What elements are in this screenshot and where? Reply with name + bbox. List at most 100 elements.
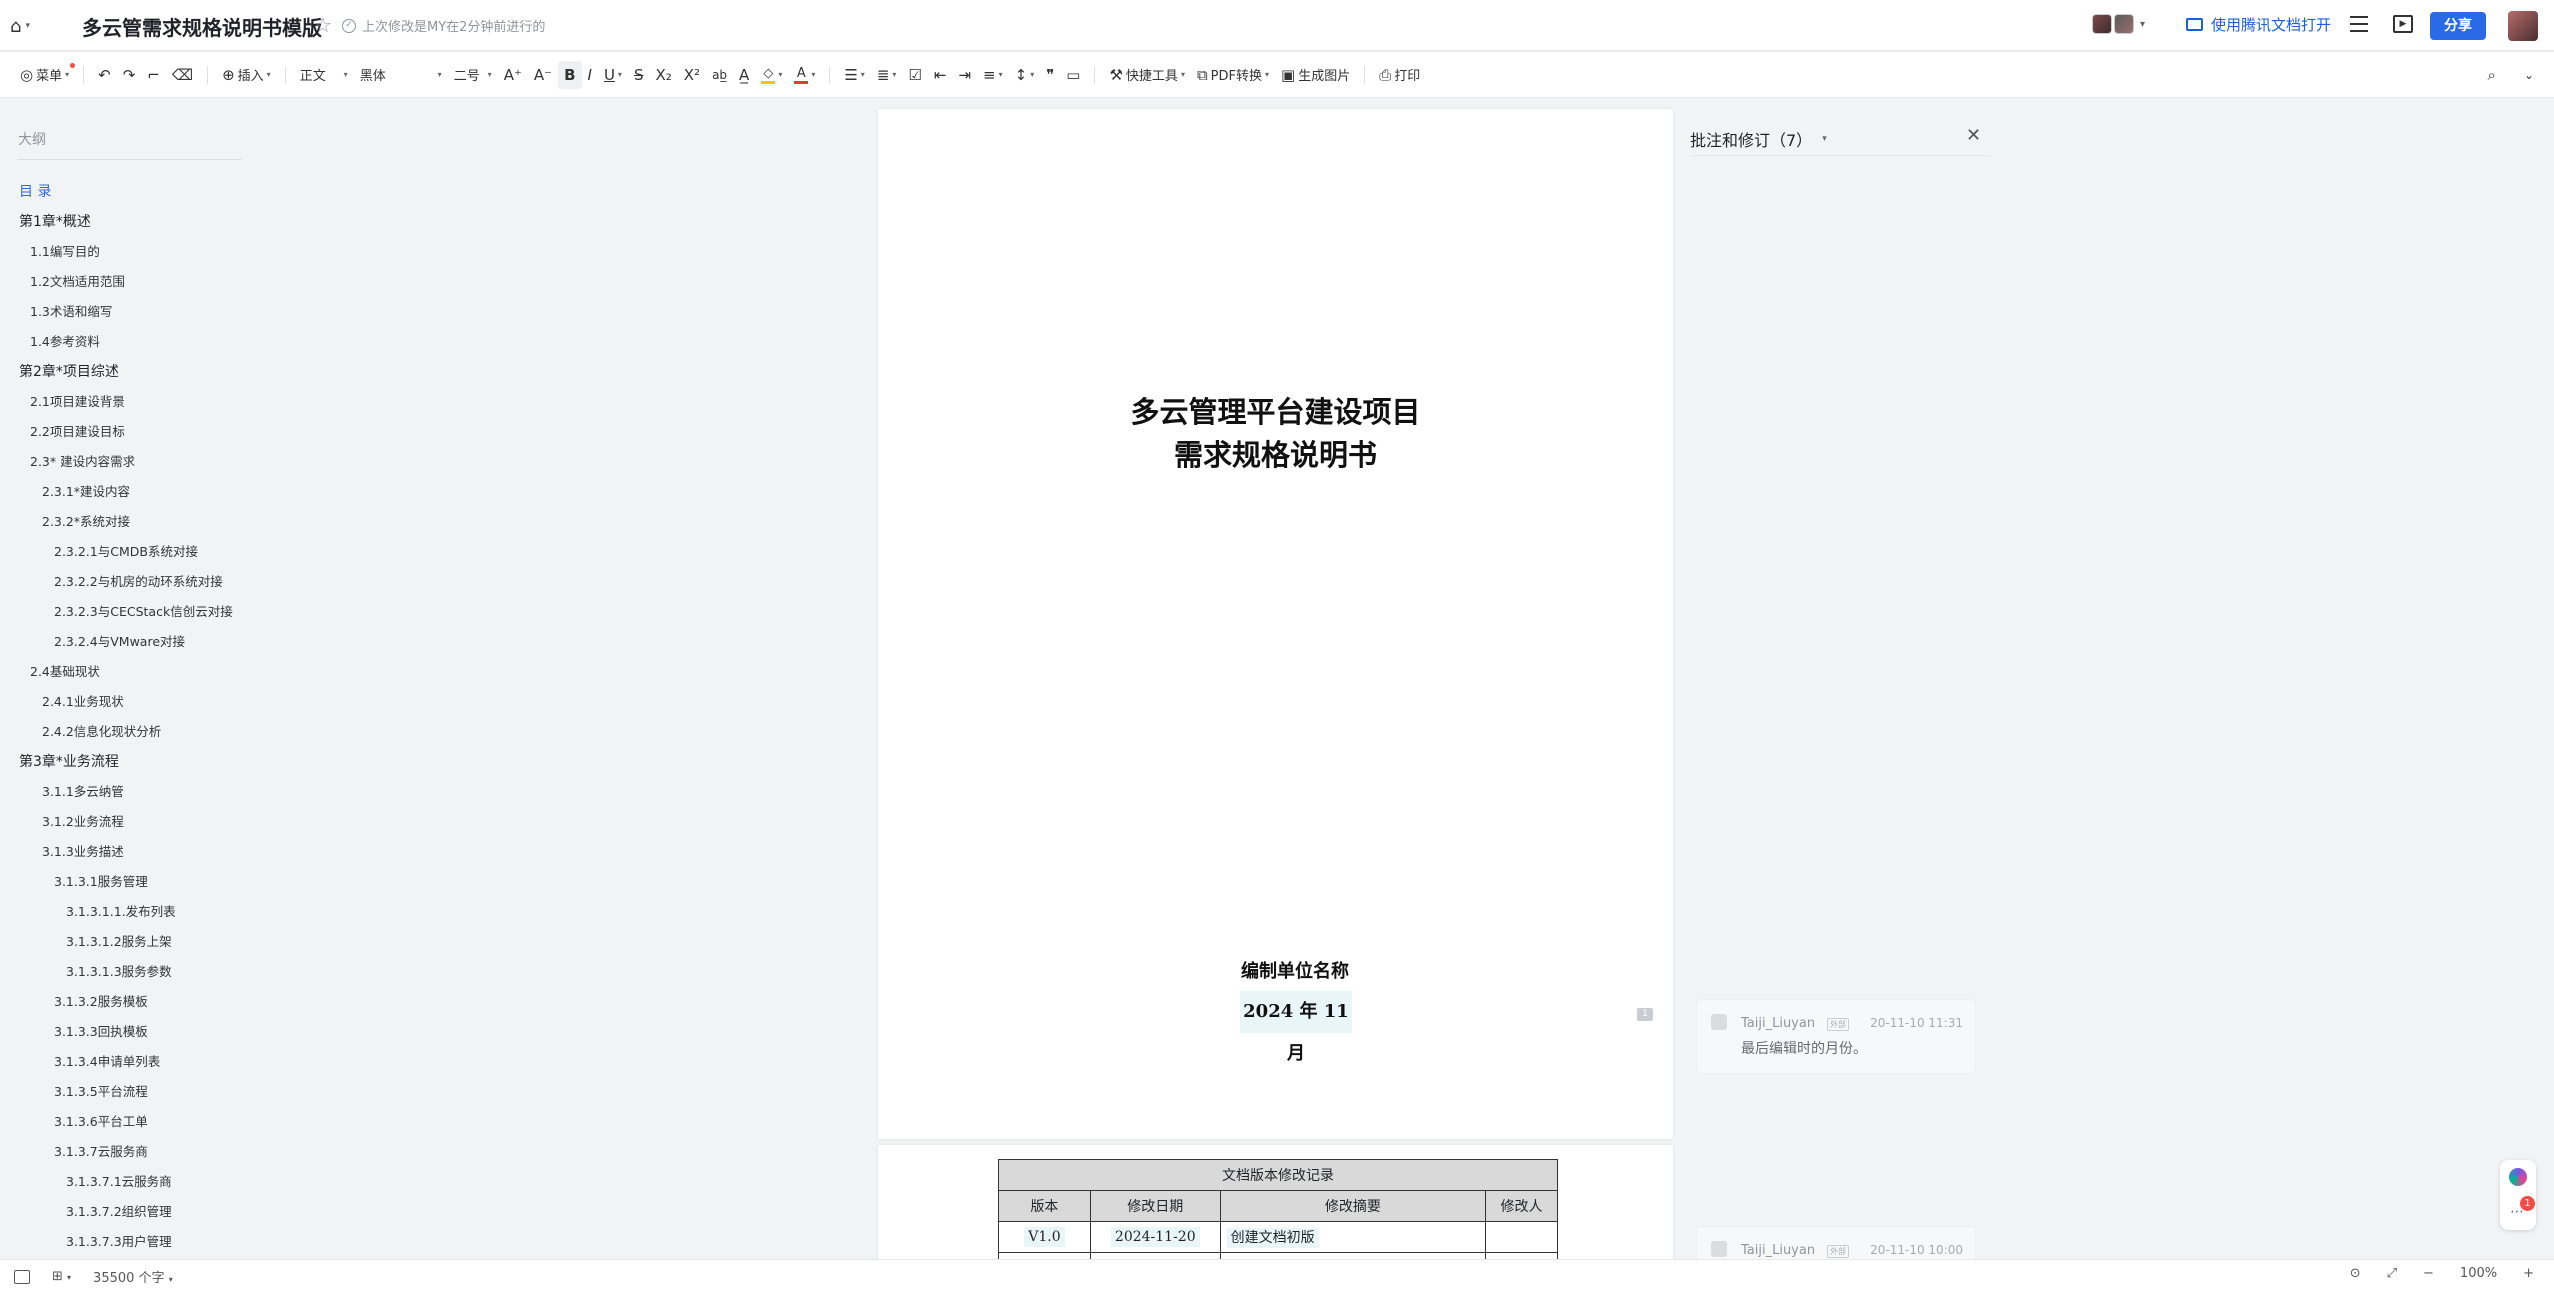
outline-item[interactable]: 3.1.3.3回执模板	[0, 1017, 250, 1047]
outline-item[interactable]: 3.1.3.5平台流程	[0, 1077, 250, 1107]
outline-item[interactable]: 3.1.3.1.1.发布列表	[0, 897, 250, 927]
document-page[interactable]: 文档版本修改记录 版本 修改日期 修改摘要 修改人 V1.0 2024-11-2…	[878, 1145, 1673, 1259]
floating-assistant[interactable]: 1 ⋯	[2500, 1160, 2536, 1230]
comments-header[interactable]: 批注和修订（7） ▾	[1690, 127, 1827, 151]
highlight-color-button[interactable]: ◇ ▾	[755, 61, 788, 89]
zoom-level[interactable]: 100%	[2460, 1266, 2497, 1281]
share-button[interactable]: 分享	[2430, 12, 2486, 40]
outline-item[interactable]: 2.3.1*建设内容	[0, 477, 250, 507]
bullet-list-button[interactable]: ☰ ▾	[838, 61, 870, 89]
undo-button[interactable]: ↶	[92, 61, 117, 89]
outline-item[interactable]: 2.4.1业务现状	[0, 687, 250, 717]
pdf-convert-button[interactable]: ⧉ PDF转换 ▾	[1191, 61, 1275, 89]
word-count[interactable]: 35500 个字 ▾	[93, 1267, 173, 1286]
font-size-select[interactable]: 二号 ▾	[448, 61, 498, 89]
align-button[interactable]: ≡ ▾	[977, 61, 1009, 89]
outline-item[interactable]: 1.3术语和缩写	[0, 297, 250, 327]
outline-item[interactable]: 2.3.2.2与机房的动环系统对接	[0, 567, 250, 597]
outline-item[interactable]: 2.3.2*系统对接	[0, 507, 250, 537]
table-cell[interactable]: 2024-11-20	[1089, 1221, 1221, 1253]
outline-item[interactable]: 2.3.2.3与CECStack信创云对接	[0, 597, 250, 627]
line-spacing-button[interactable]: ↕ ▾	[1009, 61, 1041, 89]
comment-card[interactable]: Taiji_Liuyan 外部 20-11-10 10:00	[1696, 1226, 1976, 1259]
outline-item[interactable]: 3.1.2业务流程	[0, 807, 250, 837]
more-icon[interactable]: ⋯	[2510, 1204, 2524, 1220]
comment-marker[interactable]: 1	[1637, 1008, 1653, 1021]
increase-font-button[interactable]: A⁺	[498, 61, 528, 89]
document-page[interactable]: 多云管理平台建设项目 需求规格说明书 编制单位名称 2024 年 11 月 1	[878, 109, 1673, 1139]
outline-item[interactable]: 3.1.3.7.2组织管理	[0, 1197, 250, 1227]
document-title[interactable]: 多云管需求规格说明书模版	[82, 12, 322, 41]
cover-date[interactable]: 2024 年 11 月	[1240, 991, 1352, 1064]
zoom-in-icon[interactable]: +	[2523, 1266, 2534, 1281]
home-button[interactable]: ⌂ ▾	[10, 16, 44, 37]
menu-button[interactable]: ◎ 菜单 ▾	[14, 61, 76, 89]
outline-item[interactable]: 2.3.2.4与VMware对接	[0, 627, 250, 657]
quick-tools-button[interactable]: ⚒ 快捷工具 ▾	[1103, 61, 1190, 89]
comment-button[interactable]: ▭	[1060, 61, 1086, 89]
revision-table[interactable]: 文档版本修改记录 版本 修改日期 修改摘要 修改人 V1.0 2024-11-2…	[998, 1159, 1558, 1259]
organization-name[interactable]: 编制单位名称	[878, 957, 1680, 983]
fullscreen-icon[interactable]: ⤢	[2387, 1266, 2397, 1281]
outline-item[interactable]: 2.1项目建设背景	[0, 387, 250, 417]
outline-item[interactable]: 3.1.3.7云服务商	[0, 1137, 250, 1167]
insert-button[interactable]: ⊕ 插入 ▾	[216, 61, 277, 89]
outline-item[interactable]: 2.2项目建设目标	[0, 417, 250, 447]
superscript-button[interactable]: X²	[678, 61, 706, 89]
checklist-button[interactable]: ☑	[902, 61, 927, 89]
outline-item[interactable]: 第3章*业务流程	[0, 747, 250, 777]
outline-item[interactable]: 3.1.3.1.3服务参数	[0, 957, 250, 987]
present-icon[interactable]: ▶	[2393, 15, 2413, 33]
table-cell[interactable]: 创建文档初版	[1219, 1221, 1487, 1253]
outline-item[interactable]: 2.4基础现状	[0, 657, 250, 687]
outline-item[interactable]: 2.3.2.1与CMDB系统对接	[0, 537, 250, 567]
outline-item[interactable]: 1.2文档适用范围	[0, 267, 250, 297]
outline-item[interactable]: 3.1.3.2服务模板	[0, 987, 250, 1017]
collapse-toolbar-icon[interactable]: ⌄	[2524, 68, 2534, 82]
star-icon[interactable]: ☆	[314, 13, 332, 37]
zoom-out-icon[interactable]: −	[2423, 1266, 2434, 1281]
outline-item[interactable]: 第2章*项目综述	[0, 357, 250, 387]
outline-item[interactable]: 3.1.3.7.3用户管理	[0, 1227, 250, 1257]
search-icon[interactable]: ⌕	[2488, 66, 2496, 84]
play-icon[interactable]: ⊙	[2350, 1266, 2361, 1281]
outline-item[interactable]: 3.1.3.7.1云服务商	[0, 1167, 250, 1197]
close-icon[interactable]: ✕	[1966, 125, 1981, 146]
quote-button[interactable]: ❞	[1040, 61, 1060, 89]
text-effect-button[interactable]: A̲	[733, 61, 755, 89]
page-layout-icon[interactable]: ⊞ ▾	[52, 1269, 71, 1284]
underline-button[interactable]: U ▾	[598, 61, 628, 89]
outline-toggle-icon[interactable]	[14, 1269, 30, 1284]
outline-item[interactable]: 目 录	[0, 177, 250, 207]
outline-item[interactable]: 1.1编写目的	[0, 237, 250, 267]
italic-button[interactable]: I	[582, 61, 598, 89]
indent-button[interactable]: ⇥	[952, 61, 977, 89]
open-in-app-button[interactable]: 使用腾讯文档打开	[2186, 14, 2331, 35]
numbered-list-button[interactable]: ≣ ▾	[871, 61, 903, 89]
user-avatar[interactable]	[2508, 11, 2538, 41]
collaborator-avatars[interactable]: ▾	[2092, 14, 2145, 34]
outline-item[interactable]: 3.1.3.1.2服务上架	[0, 927, 250, 957]
bold-button[interactable]: B	[558, 60, 582, 89]
outline-item[interactable]: 3.1.3业务描述	[0, 837, 250, 867]
font-family-select[interactable]: 黑体 ▾	[354, 61, 448, 89]
redo-button[interactable]: ↷	[117, 61, 142, 89]
table-row[interactable]: V1.0 2024-11-20 创建文档初版	[998, 1221, 1558, 1253]
cover-title[interactable]: 多云管理平台建设项目 需求规格说明书	[878, 391, 1673, 477]
outline-item[interactable]: 3.1.3.4申请单列表	[0, 1047, 250, 1077]
spell-check-button[interactable]: ab̲	[706, 61, 733, 89]
outline-item[interactable]: 2.4.2信息化现状分析	[0, 717, 250, 747]
outline-item[interactable]: 1.4参考资料	[0, 327, 250, 357]
font-color-button[interactable]: A ▾	[788, 61, 821, 89]
print-button[interactable]: ⎙ 打印	[1373, 61, 1426, 89]
outline-item[interactable]: 第1章*概述	[0, 207, 250, 237]
subscript-button[interactable]: X₂	[649, 61, 677, 89]
outdent-button[interactable]: ⇤	[928, 61, 953, 89]
strikethrough-button[interactable]: S	[628, 61, 650, 89]
paragraph-style-select[interactable]: 正文 ▾	[294, 61, 354, 89]
table-cell[interactable]	[1485, 1221, 1558, 1253]
table-cell[interactable]: V1.0	[998, 1221, 1091, 1253]
outline-item[interactable]: 3.1.3.1服务管理	[0, 867, 250, 897]
outline-item[interactable]: 3.1.3.6平台工单	[0, 1107, 250, 1137]
format-painter-button[interactable]: ⌐	[141, 61, 166, 89]
